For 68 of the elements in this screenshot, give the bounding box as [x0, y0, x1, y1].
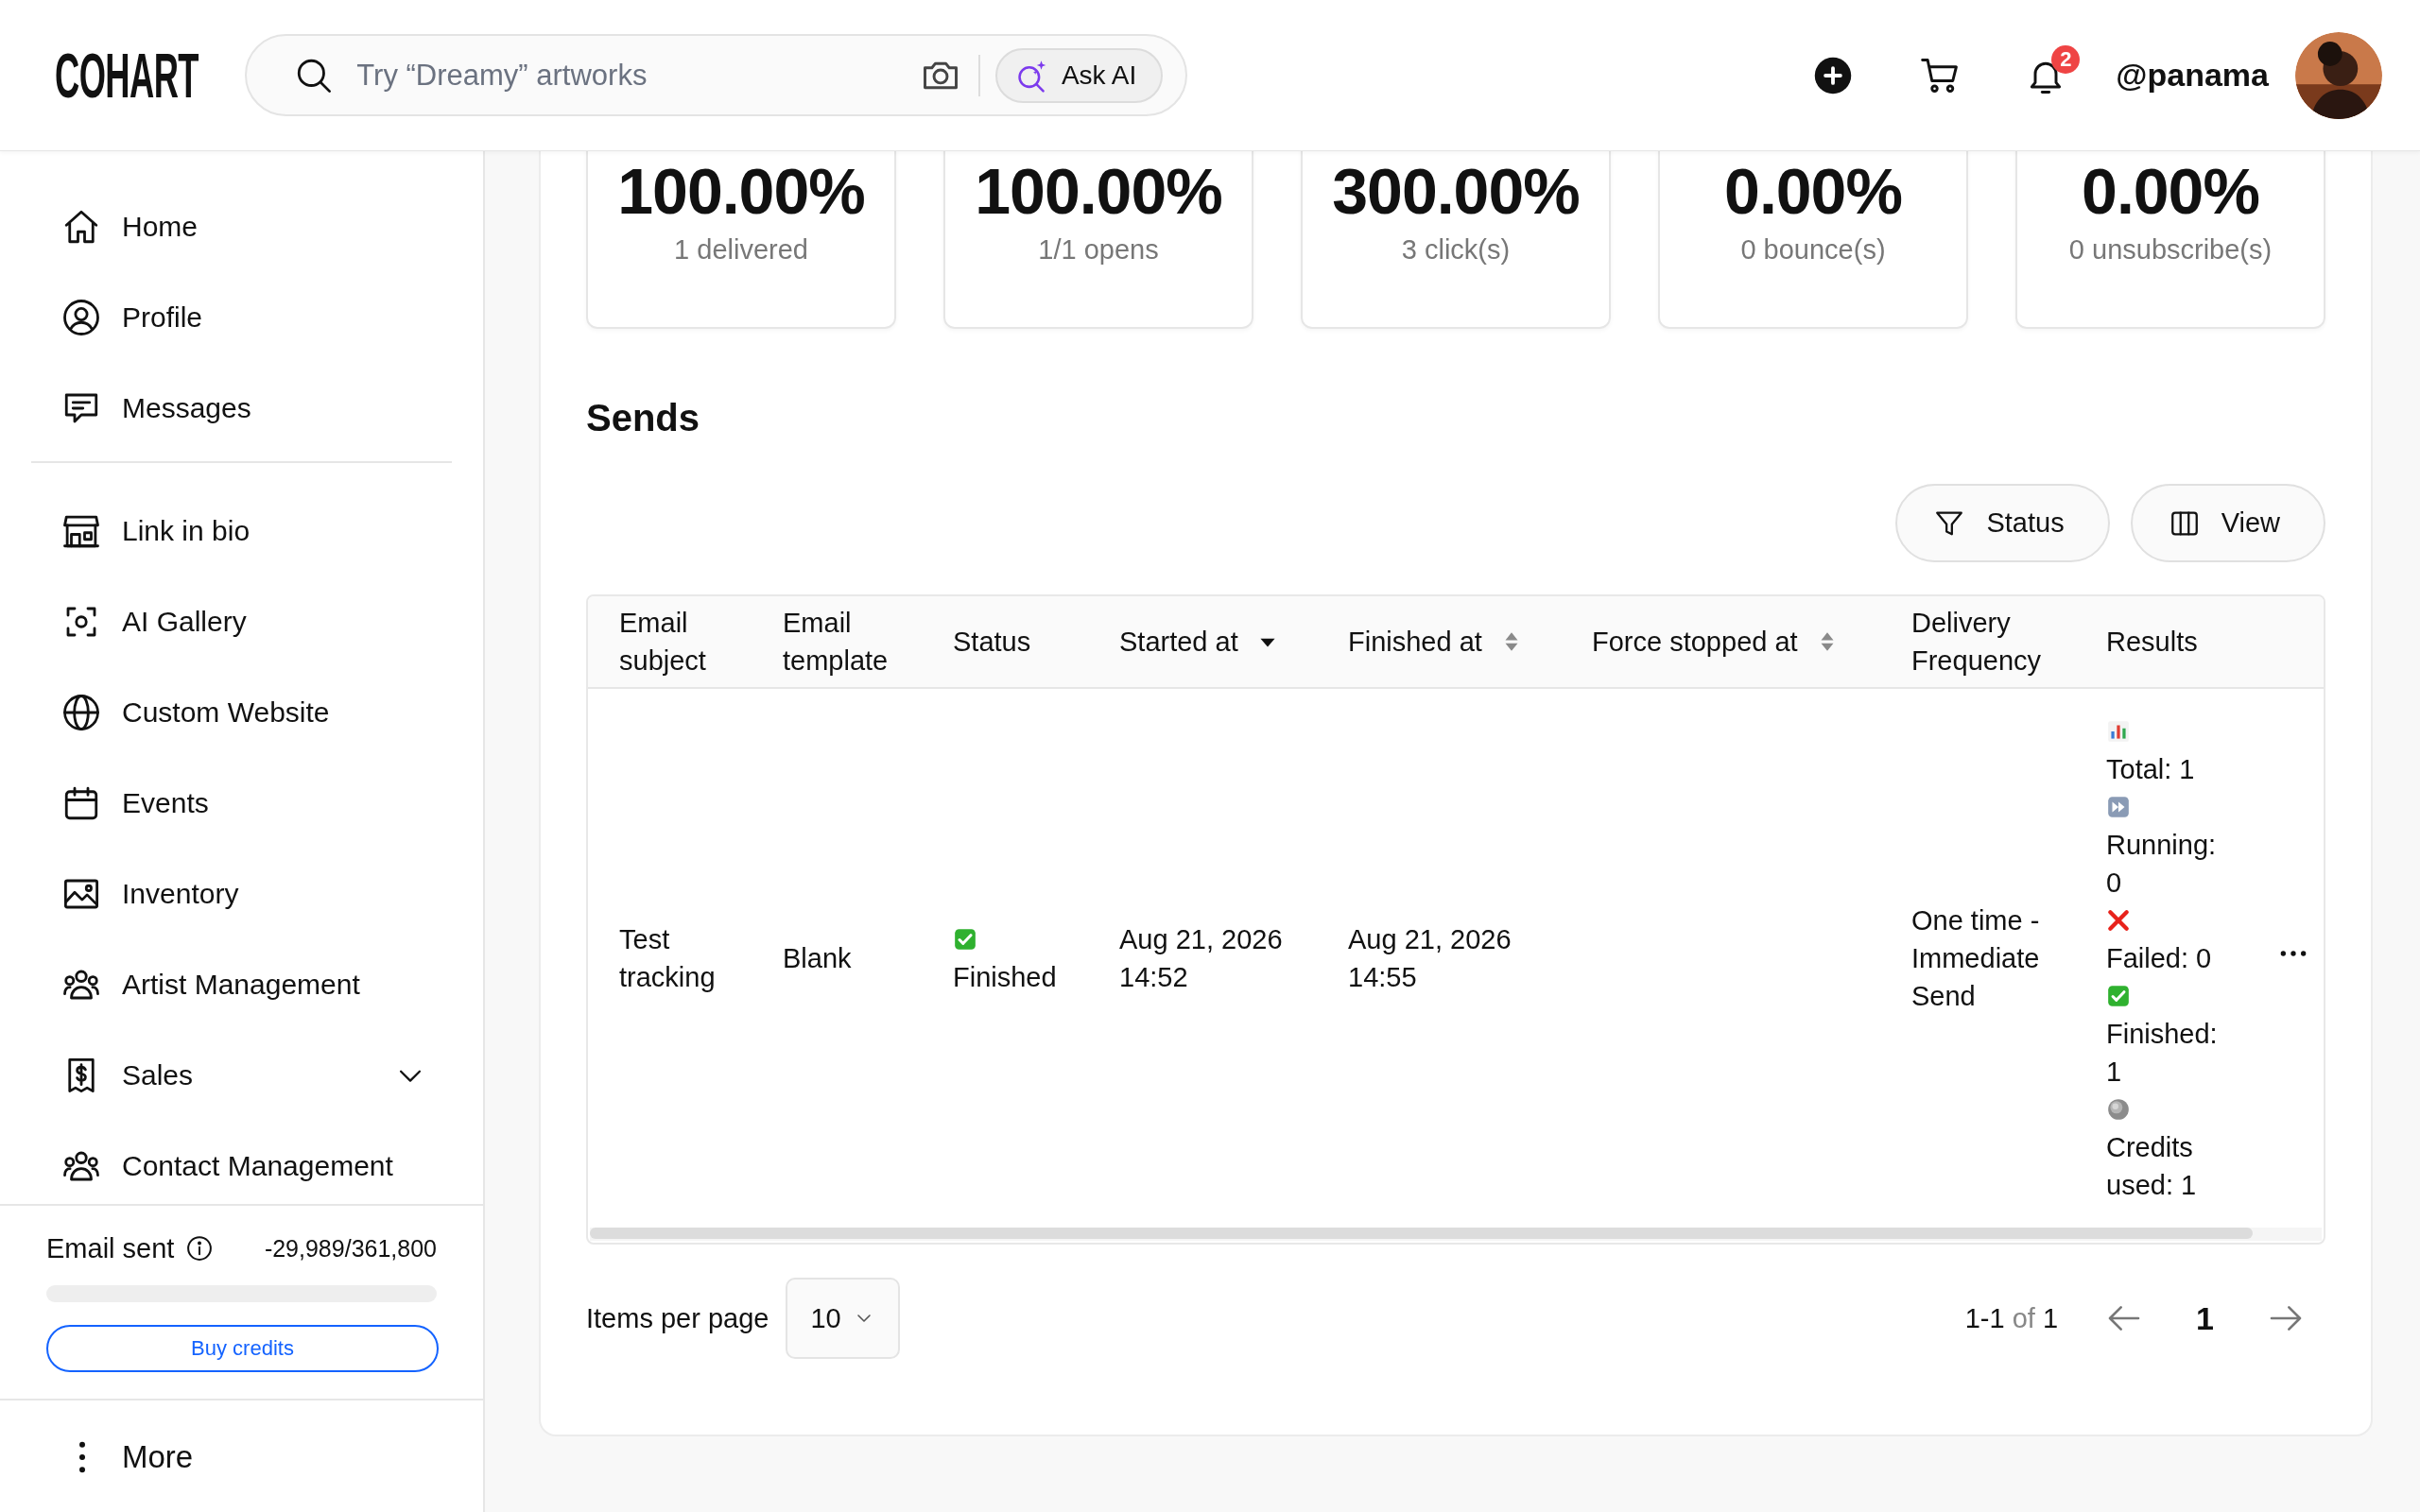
result-text: Total: 1 [2106, 753, 2195, 786]
nav-item[interactable]: Custom Website [0, 667, 483, 758]
check-box-icon [953, 927, 977, 952]
result-text: Credits used: 1 [2106, 1131, 2198, 1202]
stat-label: 0 unsubscribe(s) [2068, 233, 2273, 266]
section-title: Sends [586, 396, 701, 440]
quota-reading: -29,989/361,800 [264, 1234, 437, 1263]
column-header[interactable]: Started at [1119, 623, 1238, 661]
page-size-select[interactable]: 10 [786, 1278, 901, 1359]
column-header[interactable]: Results [2106, 623, 2198, 661]
cross-icon [2106, 908, 2131, 933]
notification-badge: 2 [2051, 44, 2081, 74]
result-text: Failed: 0 [2106, 942, 2212, 975]
username[interactable]: @panama [2116, 57, 2269, 94]
plus-icon[interactable] [1813, 55, 1854, 95]
table-cell: Test tracking [588, 688, 752, 1228]
more-item[interactable]: More [0, 1399, 483, 1512]
nav-item[interactable]: Profile [0, 272, 483, 363]
buy-credits-button[interactable]: Buy credits [46, 1325, 439, 1372]
quota-label: Email sent [46, 1232, 175, 1264]
nav-item[interactable]: Artist Management [0, 939, 483, 1030]
nav-item[interactable]: Sales [0, 1030, 483, 1121]
result-text: Finished: 1 [2106, 1018, 2219, 1089]
stat-value: 100.00% [617, 157, 865, 225]
column-header[interactable]: Email subject [619, 604, 742, 679]
table-cell: Blank [752, 688, 922, 1228]
stat-label: 0 bounce(s) [1740, 233, 1886, 266]
column-header[interactable]: Force stopped at [1592, 623, 1798, 661]
ask-ai-button[interactable]: Ask AI [994, 47, 1164, 103]
stat-value: 0.00% [1724, 157, 1902, 225]
nav-item[interactable]: Link in bio [0, 486, 483, 576]
nav-item[interactable]: Contact Management [0, 1121, 483, 1204]
check-box-icon [2106, 984, 2131, 1008]
column-header[interactable]: Finished at [1348, 623, 1482, 661]
table-cell: Aug 21, 2026 14:55 [1317, 688, 1561, 1228]
nav-item[interactable]: Events [0, 758, 483, 849]
table-cell: One time - Immediate Send [1880, 688, 2075, 1228]
stat-value: 300.00% [1332, 157, 1580, 225]
nav-item[interactable]: AI Gallery [0, 576, 483, 667]
stat-value: 100.00% [975, 157, 1222, 225]
coin-icon [2106, 1097, 2131, 1122]
stat-label: 1 delivered [674, 233, 808, 266]
column-header[interactable]: Email template [783, 604, 912, 679]
stat-value: 0.00% [2082, 157, 2259, 225]
column-header[interactable]: Delivery Frequency [1911, 604, 2066, 679]
items-per-page-label: Items per page [586, 1302, 769, 1334]
nav-item[interactable]: Messages [0, 363, 483, 454]
nav-item[interactable]: Home [0, 181, 483, 272]
stat-label: 3 click(s) [1401, 233, 1511, 266]
more-vertical-icon [79, 1441, 85, 1473]
status-text: Finished [953, 961, 1057, 994]
info-icon[interactable] [185, 1234, 215, 1263]
search-field[interactable]: Try “Dreamy” artworks Ask AI [245, 34, 1188, 116]
table-cell: Aug 21, 2026 14:52 [1088, 688, 1317, 1228]
fast-forward-icon [2106, 795, 2131, 819]
globe-icon [61, 693, 101, 732]
stat-label: 1/1 opens [1038, 233, 1159, 266]
bar-chart-icon [2106, 719, 2131, 744]
filter-button[interactable]: View [2130, 484, 2325, 562]
person-icon [61, 298, 101, 337]
logo[interactable]: COHART [55, 43, 199, 107]
scrollbar[interactable] [590, 1228, 2322, 1241]
filter-button[interactable]: Status [1895, 484, 2110, 562]
page-range: 1-1 of 1 [1964, 1302, 2059, 1334]
nav-item[interactable]: Inventory [0, 849, 483, 939]
column-header[interactable]: Status [953, 623, 1031, 661]
page-button[interactable]: 1 [2190, 1299, 2220, 1337]
result-text: Running: 0 [2106, 829, 2218, 900]
